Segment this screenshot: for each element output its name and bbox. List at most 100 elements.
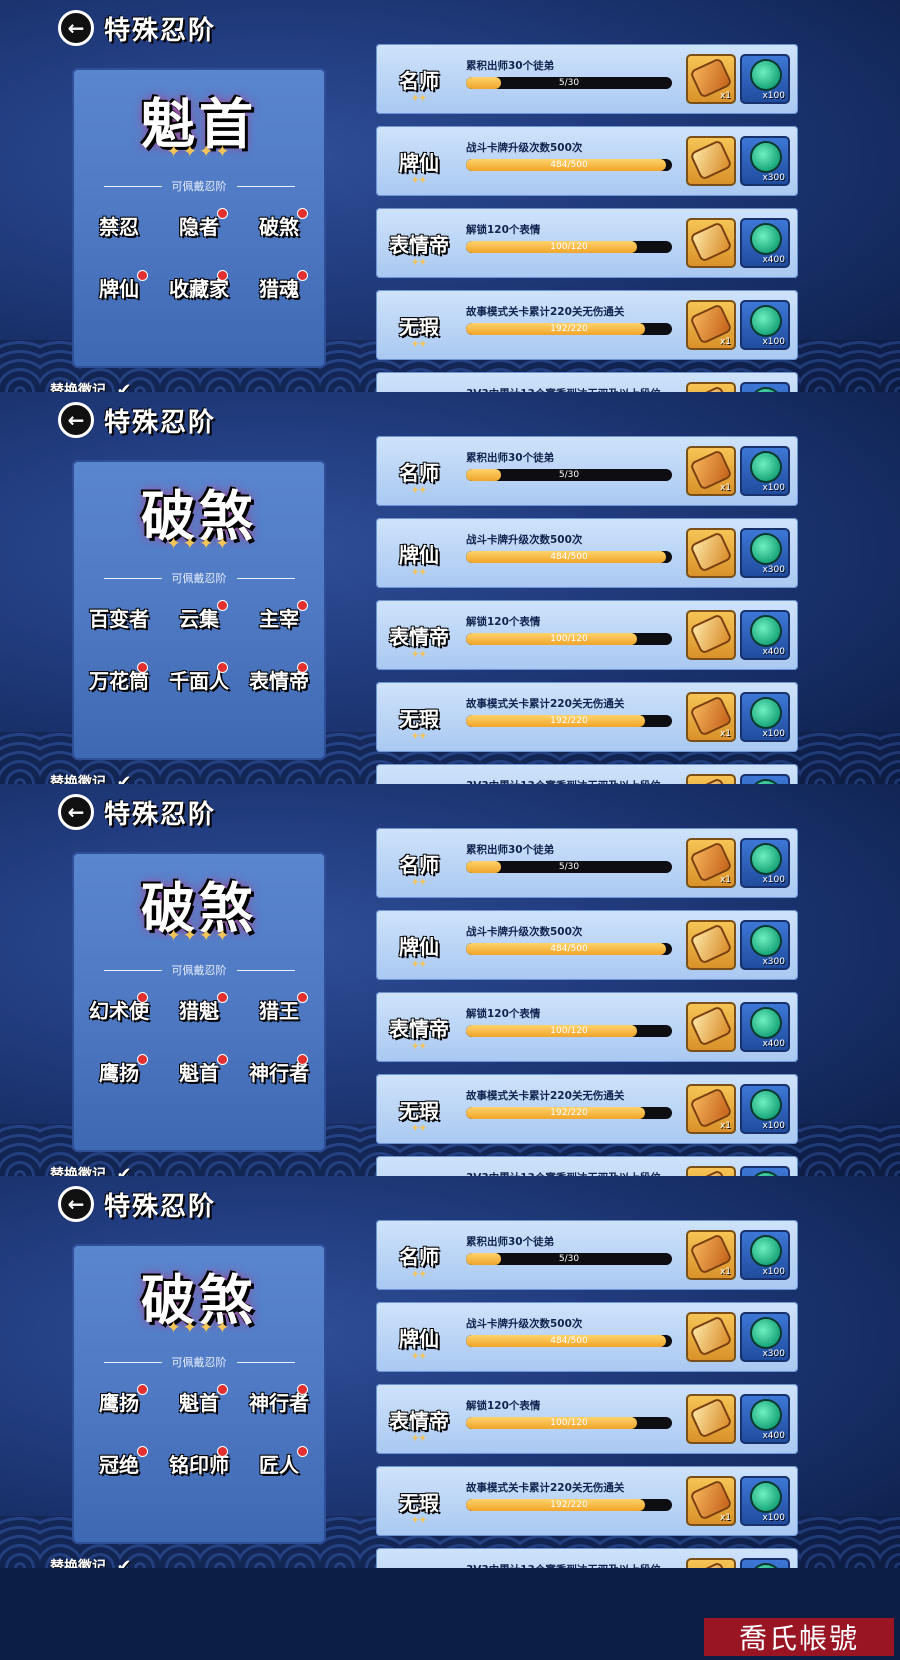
reward-scroll[interactable] bbox=[686, 774, 736, 784]
reward-scroll[interactable] bbox=[686, 1558, 736, 1568]
reward-scroll[interactable]: x1 bbox=[686, 54, 736, 104]
task-description: 累积出师30个徒弟 bbox=[466, 452, 555, 464]
reward-scroll[interactable]: x1 bbox=[686, 1230, 736, 1280]
reward-orb[interactable] bbox=[740, 382, 790, 392]
magatama-icon bbox=[752, 1319, 780, 1347]
reward-scroll[interactable] bbox=[686, 1166, 736, 1176]
badge-option[interactable]: 表情帝 bbox=[242, 660, 316, 702]
reward-scroll[interactable]: x1 bbox=[686, 692, 736, 742]
reward-orb[interactable]: x100 bbox=[740, 692, 790, 742]
task-list: 名师 ✦✦ 累积出师30个徒弟 5/30 x1 x100 牌仙 ✦✦ 战斗卡牌升级次数500次 4… bbox=[376, 828, 798, 1176]
task-badge-label: 无瑕 bbox=[399, 1490, 439, 1515]
task-badge: 无瑕 ✦✦ bbox=[384, 692, 454, 743]
badge-grid: 幻术使 猎魁 猎王鹰扬 魁首 神行者 bbox=[82, 990, 316, 1094]
reward-scroll[interactable] bbox=[686, 610, 736, 660]
magatama-icon bbox=[752, 927, 780, 955]
reward-orb[interactable]: x100 bbox=[740, 446, 790, 496]
wearable-divider: 可佩戴忍阶 bbox=[72, 962, 326, 978]
reward-orb[interactable]: x100 bbox=[740, 1084, 790, 1134]
reward-orb[interactable]: x300 bbox=[740, 920, 790, 970]
progress-bar: 192/220 bbox=[466, 1499, 672, 1511]
badge-option[interactable]: 冠绝 bbox=[82, 1444, 156, 1486]
reward-orb[interactable] bbox=[740, 1166, 790, 1176]
reward-scroll[interactable]: x1 bbox=[686, 446, 736, 496]
reward-orb[interactable]: x100 bbox=[740, 1476, 790, 1526]
badge-option[interactable]: 百变者 bbox=[82, 598, 156, 640]
badge-option[interactable]: 猎魁 bbox=[162, 990, 236, 1032]
badge-option[interactable]: 神行者 bbox=[242, 1052, 316, 1094]
task-badge-label: 无瑕 bbox=[399, 1098, 439, 1123]
badge-option[interactable]: 鹰扬 bbox=[82, 1052, 156, 1094]
reward-scroll[interactable] bbox=[686, 528, 736, 578]
reward-quantity: x100 bbox=[762, 729, 785, 739]
reward-scroll[interactable] bbox=[686, 1394, 736, 1444]
reward-scroll[interactable] bbox=[686, 1312, 736, 1362]
badge-option[interactable]: 主宰 bbox=[242, 598, 316, 640]
badge-option[interactable]: 幻术使 bbox=[82, 990, 156, 1032]
reward-scroll[interactable]: x1 bbox=[686, 300, 736, 350]
reward-scroll[interactable]: x1 bbox=[686, 838, 736, 888]
reward-orb[interactable]: x400 bbox=[740, 610, 790, 660]
reward-scroll[interactable] bbox=[686, 218, 736, 268]
reward-orb[interactable] bbox=[740, 774, 790, 784]
badge-option[interactable]: 猎魂 bbox=[242, 268, 316, 310]
back-arrow-icon[interactable]: ← bbox=[58, 794, 94, 830]
badge-option[interactable]: 猎王 bbox=[242, 990, 316, 1032]
task-row: 主宰✦✦3V3中累计13个赛季到达无双及以上段位 bbox=[376, 764, 798, 784]
badge-option[interactable]: 千面人 bbox=[162, 660, 236, 702]
reward-scroll[interactable]: x1 bbox=[686, 1084, 736, 1134]
notification-dot-icon bbox=[137, 270, 148, 281]
task-description: 战斗卡牌升级次数500次 bbox=[466, 926, 583, 938]
replace-badge-toggle[interactable]: 替换徽记 ✔ bbox=[50, 380, 134, 393]
reward-orb[interactable]: x300 bbox=[740, 528, 790, 578]
badge-option[interactable]: 云集 bbox=[162, 598, 236, 640]
badge-option[interactable]: 魁首 bbox=[162, 1382, 236, 1424]
notification-dot-icon bbox=[137, 1384, 148, 1395]
badge-option[interactable]: 鹰扬 bbox=[82, 1382, 156, 1424]
reward-orb[interactable]: x400 bbox=[740, 1002, 790, 1052]
badge-option[interactable]: 牌仙 bbox=[82, 268, 156, 310]
reward-orb[interactable]: x400 bbox=[740, 218, 790, 268]
replace-badge-toggle[interactable]: 替换徽记 ✔ bbox=[50, 1164, 134, 1177]
badge-option-label: 禁忍 bbox=[99, 215, 139, 239]
back-arrow-icon[interactable]: ← bbox=[58, 402, 94, 438]
progress-text: 484/500 bbox=[550, 944, 588, 954]
badge-option[interactable]: 铭印师 bbox=[162, 1444, 236, 1486]
task-description: 战斗卡牌升级次数500次 bbox=[466, 1318, 583, 1330]
badge-option[interactable]: 禁忍 bbox=[82, 206, 156, 248]
badge-option[interactable]: 隐者 bbox=[162, 206, 236, 248]
badge-option[interactable]: 破煞 bbox=[242, 206, 316, 248]
badge-option[interactable]: 魁首 bbox=[162, 1052, 236, 1094]
reward-scroll[interactable] bbox=[686, 920, 736, 970]
replace-badge-toggle[interactable]: 替换徽记 ✔ bbox=[50, 1556, 134, 1569]
scroll-icon bbox=[691, 1317, 731, 1355]
checkmark-icon[interactable]: ✔ bbox=[114, 1556, 134, 1569]
reward-orb[interactable]: x400 bbox=[740, 1394, 790, 1444]
task-description: 解锁120个表情 bbox=[466, 616, 541, 628]
badge-option[interactable]: 神行者 bbox=[242, 1382, 316, 1424]
reward-scroll[interactable]: x1 bbox=[686, 1476, 736, 1526]
badge-option[interactable]: 万花筒 bbox=[82, 660, 156, 702]
task-description: 解锁120个表情 bbox=[466, 1400, 541, 1412]
back-arrow-icon[interactable]: ← bbox=[58, 10, 94, 46]
reward-orb[interactable]: x100 bbox=[740, 838, 790, 888]
progress-bar: 192/220 bbox=[466, 323, 672, 335]
reward-orb[interactable]: x100 bbox=[740, 1230, 790, 1280]
replace-badge-toggle[interactable]: 替换徽记 ✔ bbox=[50, 772, 134, 785]
reward-scroll[interactable] bbox=[686, 382, 736, 392]
reward-orb[interactable] bbox=[740, 1558, 790, 1568]
task-badge-label: 名师 bbox=[399, 460, 439, 485]
badge-option[interactable]: 匠人 bbox=[242, 1444, 316, 1486]
task-description: 战斗卡牌升级次数500次 bbox=[466, 534, 583, 546]
reward-orb[interactable]: x100 bbox=[740, 300, 790, 350]
reward-orb[interactable]: x300 bbox=[740, 136, 790, 186]
checkmark-icon[interactable]: ✔ bbox=[114, 772, 134, 785]
reward-scroll[interactable] bbox=[686, 136, 736, 186]
checkmark-icon[interactable]: ✔ bbox=[114, 380, 134, 393]
back-arrow-icon[interactable]: ← bbox=[58, 1186, 94, 1222]
reward-orb[interactable]: x300 bbox=[740, 1312, 790, 1362]
checkmark-icon[interactable]: ✔ bbox=[114, 1164, 134, 1177]
reward-orb[interactable]: x100 bbox=[740, 54, 790, 104]
badge-option[interactable]: 收藏家 bbox=[162, 268, 236, 310]
reward-scroll[interactable] bbox=[686, 1002, 736, 1052]
